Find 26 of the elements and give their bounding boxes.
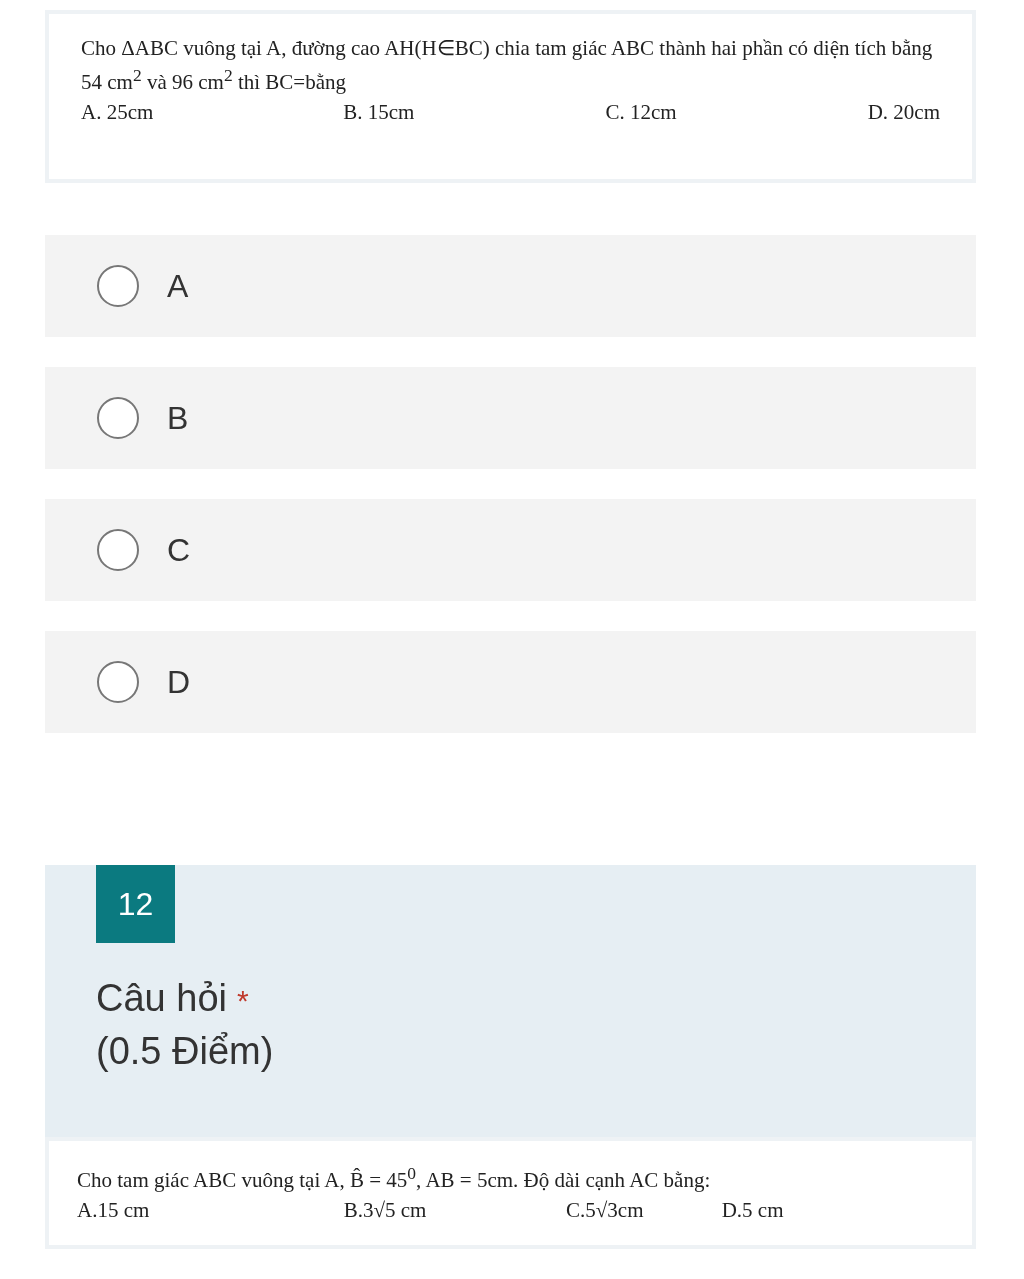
question-points: (0.5 Điểm) bbox=[96, 1030, 275, 1074]
option-label: D bbox=[167, 663, 191, 701]
answer-choice-text: A.15 cm bbox=[77, 1196, 151, 1224]
answer-choice-text: D. 20cm bbox=[867, 98, 940, 126]
answer-choice-text: D.5 cm bbox=[721, 1196, 785, 1224]
answer-option[interactable]: B bbox=[45, 367, 976, 470]
radio-button[interactable] bbox=[97, 529, 139, 572]
question-title: Câu hỏi bbox=[96, 977, 227, 1021]
answer-option[interactable]: A bbox=[45, 235, 976, 338]
answer-option[interactable]: C bbox=[45, 499, 976, 602]
answer-choice-text: C.5√3cm bbox=[566, 1196, 645, 1224]
radio-button[interactable] bbox=[97, 661, 139, 704]
option-label: B bbox=[167, 399, 189, 437]
option-label: A bbox=[167, 267, 189, 305]
radio-button[interactable] bbox=[97, 265, 139, 308]
answer-choice-text: A. 25cm bbox=[81, 98, 155, 126]
option-label: C bbox=[167, 531, 191, 569]
answer-option[interactable]: D bbox=[45, 631, 976, 734]
answer-choice-text: B.3√5 cm bbox=[343, 1196, 428, 1224]
question-text: Cho ΔABC vuông tại A, đường cao AH(H∈BC) chia tam giác ABC thành hai phần có diện tích bằng 54 cm$^{2}$ và 96 cm$^{2}$ thì BC=bằng bbox=[81, 35, 934, 97]
question-number: 12 bbox=[96, 865, 175, 944]
radio-button[interactable] bbox=[97, 397, 139, 440]
answer-choice-text: B. 15cm bbox=[343, 98, 416, 126]
required-mark: * bbox=[237, 984, 249, 1019]
question-text: Cho tam giác ABC vuông tại A, B̂ = 45$^{0}$, AB = 5cm. Độ dài cạnh AC bằng: bbox=[77, 1162, 712, 1195]
answer-choice-text: C. 12cm bbox=[605, 98, 678, 126]
